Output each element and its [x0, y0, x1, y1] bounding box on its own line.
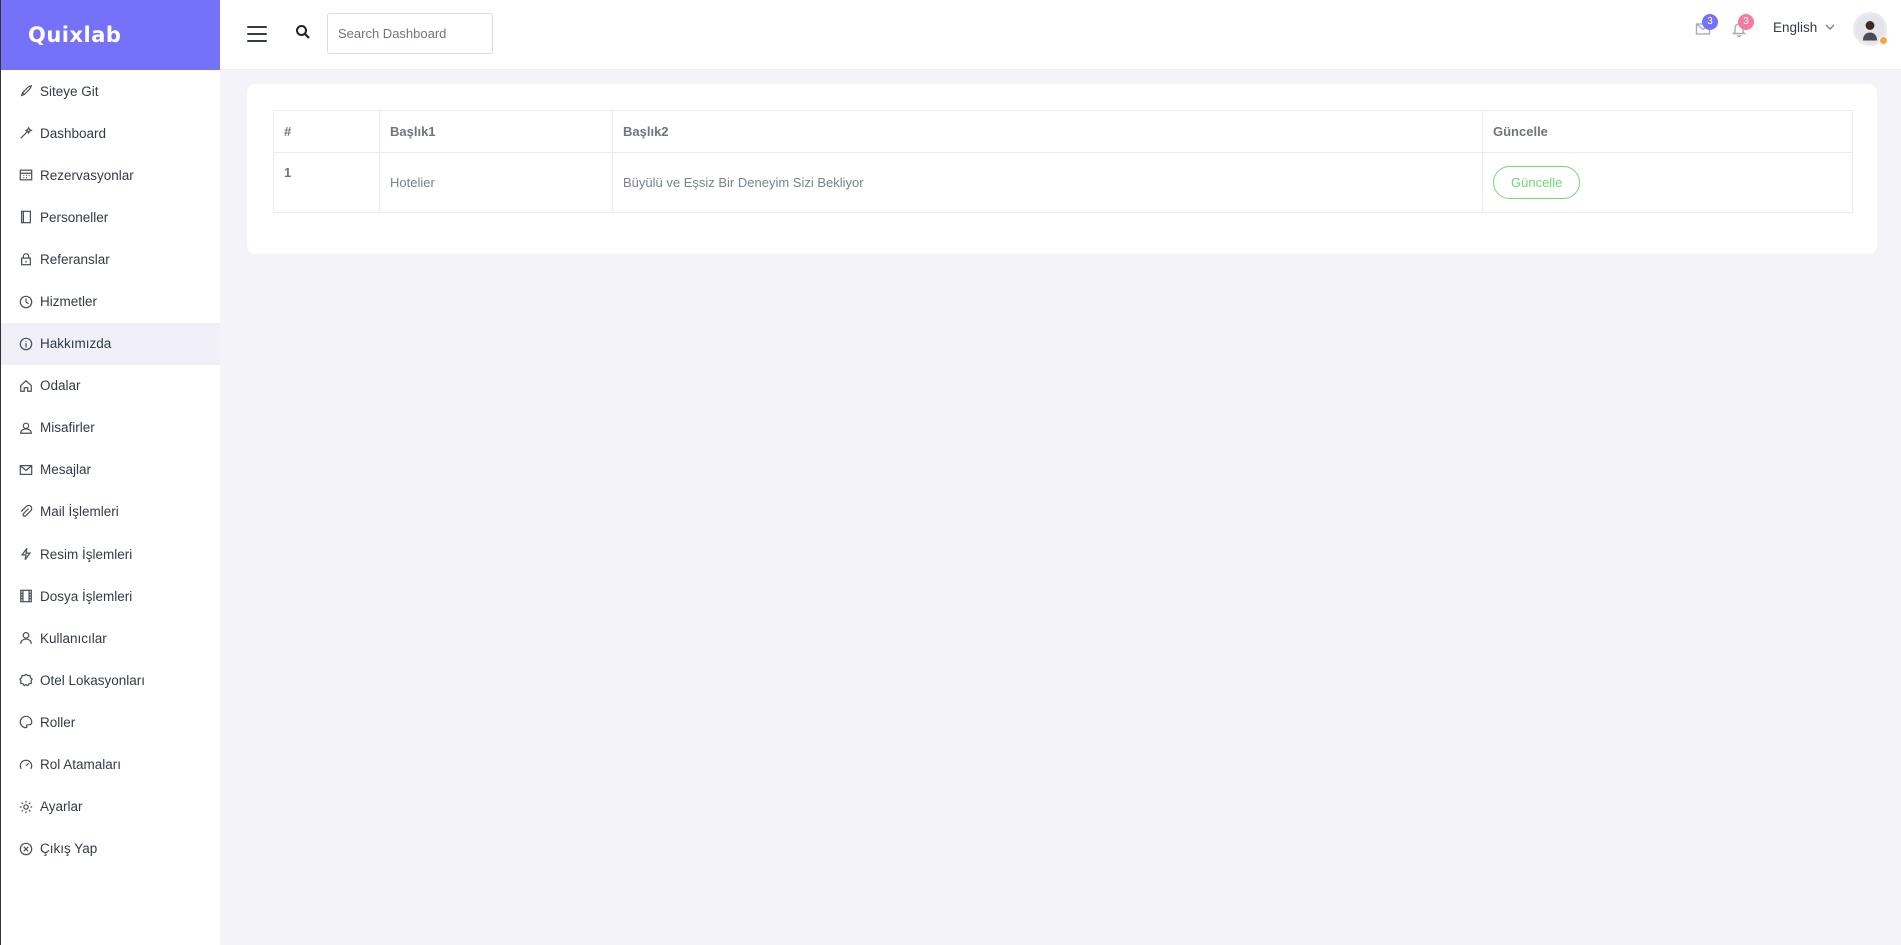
sidebar-item-label: Hizmetler — [40, 294, 98, 310]
about-table: # Başlık1 Başlık2 Güncelle 1 Hotelier Bü… — [273, 110, 1853, 213]
speedometer-icon — [19, 758, 33, 772]
messages-button[interactable]: 3 — [1695, 14, 1718, 39]
palette-icon — [19, 715, 33, 729]
search-input[interactable] — [327, 13, 493, 54]
sidebar-item-hizmetler[interactable]: Hizmetler — [1, 280, 220, 322]
sidebar-item-label: Hakkımızda — [40, 336, 112, 352]
sidebar-item-odalar[interactable]: Odalar — [1, 365, 220, 407]
table-row: 1 Hotelier Büyülü ve Eşsiz Bir Deneyim S… — [273, 152, 1853, 213]
cell-title2: Büyülü ve Eşsiz Bir Deneyim Sizi Bekliyo… — [612, 152, 1483, 213]
sidebar-item-rezervasyonlar[interactable]: Rezervasyonlar — [1, 154, 220, 196]
sidebar-item-kullanicilar[interactable]: Kullanıcılar — [1, 617, 220, 659]
chevron-down-icon — [1825, 20, 1835, 35]
magic-wand-icon — [19, 126, 33, 140]
film-icon — [19, 589, 33, 603]
brand-logo[interactable]: Quixlab — [1, 0, 220, 70]
sidebar-item-otel-lokasyonlari[interactable]: Otel Lokasyonları — [1, 659, 220, 701]
menu-toggle-button[interactable] — [247, 26, 267, 42]
column-header-title1: Başlık1 — [379, 110, 613, 153]
sidebar-item-misafirler[interactable]: Misafirler — [1, 407, 220, 449]
sidebar-item-label: Rezervasyonlar — [40, 167, 134, 183]
sidebar-item-label: Referanslar — [40, 251, 110, 267]
lock-icon — [19, 252, 33, 266]
sidebar-item-label: Dosya İşlemleri — [40, 588, 133, 604]
home-icon — [19, 379, 33, 393]
brand-name: Quixlab — [28, 23, 122, 47]
sidebar-item-siteye-git[interactable]: Siteye Git — [1, 70, 220, 112]
sidebar-item-ayarlar[interactable]: Ayarlar — [1, 786, 220, 828]
gear-icon — [19, 800, 33, 814]
paperclip-icon — [19, 504, 33, 519]
sidebar-item-label: Dashboard — [40, 125, 107, 141]
column-header-title2: Başlık2 — [612, 110, 1483, 153]
cell-id: 1 — [273, 152, 380, 213]
notifications-button[interactable]: 3 — [1731, 14, 1754, 39]
hamburger-line — [247, 26, 267, 28]
sidebar-item-label: Odalar — [40, 378, 81, 394]
cell-action: Güncelle — [1482, 152, 1853, 213]
update-button[interactable]: Güncelle — [1493, 166, 1581, 199]
sidebar-item-dosya-islemleri[interactable]: Dosya İşlemleri — [1, 575, 220, 617]
top-header: 3 3 English — [220, 0, 1901, 70]
envelope-icon — [19, 463, 33, 477]
sidebar-item-cikis-yap[interactable]: Çıkış Yap — [1, 828, 220, 870]
content-card: # Başlık1 Başlık2 Güncelle 1 Hotelier Bü… — [247, 84, 1877, 254]
language-label: English — [1773, 20, 1818, 35]
language-select[interactable]: English — [1773, 20, 1835, 35]
sidebar-item-label: Misafirler — [40, 420, 95, 436]
sidebar-item-roller[interactable]: Roller — [1, 701, 220, 743]
sidebar-nav: Siteye Git Dashboard Rezervasyonlar Pers… — [1, 70, 220, 870]
info-icon — [19, 337, 33, 351]
sidebar-item-label: Çıkış Yap — [40, 841, 98, 857]
sidebar-item-label: Siteye Git — [40, 83, 99, 99]
notifications-badge: 3 — [1738, 14, 1754, 30]
sidebar-item-hakkimizda[interactable]: Hakkımızda — [1, 322, 220, 365]
sidebar-item-label: Personeller — [40, 209, 109, 225]
notebook-icon — [19, 210, 33, 224]
sidebar-item-rol-atamalari[interactable]: Rol Atamaları — [1, 744, 220, 786]
sidebar-item-mail-islemleri[interactable]: Mail İşlemleri — [1, 491, 220, 533]
user-icon — [19, 631, 33, 645]
users-icon — [19, 421, 33, 435]
sidebar-item-label: Roller — [40, 714, 76, 730]
sidebar-item-label: Rol Atamaları — [40, 757, 122, 773]
sidebar-item-referanslar[interactable]: Referanslar — [1, 238, 220, 280]
calendar-icon — [19, 168, 33, 182]
sidebar-item-resim-islemleri[interactable]: Resim İşlemleri — [1, 533, 220, 575]
sidebar-item-personeller[interactable]: Personeller — [1, 196, 220, 238]
search-icon[interactable] — [295, 24, 311, 40]
clock-icon — [19, 295, 33, 309]
sidebar-item-label: Ayarlar — [40, 799, 83, 815]
hamburger-line — [247, 33, 267, 35]
sidebar-item-label: Mesajlar — [40, 462, 92, 478]
column-header-id: # — [273, 110, 380, 153]
status-indicator — [1879, 36, 1888, 45]
lightning-icon — [19, 547, 33, 561]
sidebar-item-dashboard[interactable]: Dashboard — [1, 112, 220, 154]
sidebar-item-label: Otel Lokasyonları — [40, 672, 146, 688]
rocket-icon — [19, 84, 33, 98]
sidebar-item-label: Mail İşlemleri — [40, 504, 119, 520]
hamburger-line — [247, 40, 267, 42]
user-avatar[interactable] — [1853, 12, 1888, 46]
column-header-update: Güncelle — [1482, 110, 1853, 153]
sidebar: Quixlab Siteye Git Dashboard Rezervasyon… — [0, 0, 220, 945]
messages-badge: 3 — [1702, 14, 1718, 30]
sidebar-item-label: Resim İşlemleri — [40, 546, 133, 562]
sidebar-item-mesajlar[interactable]: Mesajlar — [1, 449, 220, 491]
close-circle-icon — [19, 842, 33, 856]
sidebar-item-label: Kullanıcılar — [40, 630, 107, 646]
table-header-row: # Başlık1 Başlık2 Güncelle — [273, 110, 1853, 153]
cell-title1: Hotelier — [379, 152, 613, 213]
badge-icon — [19, 673, 33, 687]
